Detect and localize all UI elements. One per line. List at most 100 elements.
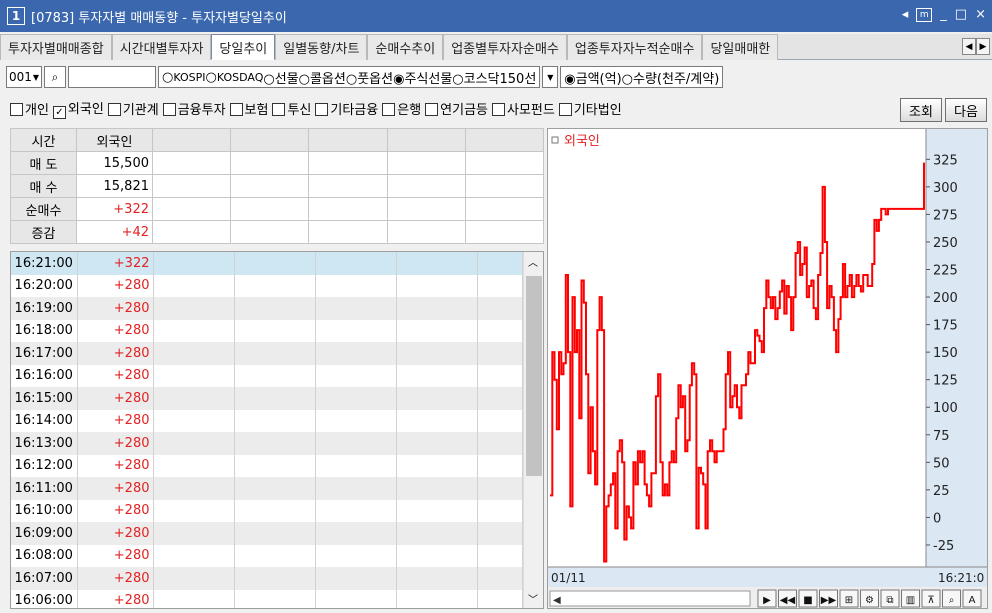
checkbox-foreigner[interactable]: ✓ 외국인 xyxy=(49,98,104,119)
tab-right-icon[interactable]: ▶ xyxy=(976,38,990,55)
search-button[interactable]: ⌕ xyxy=(44,66,66,88)
table-row[interactable]: 16:13:00 +280 xyxy=(11,432,523,455)
list-scrollbar[interactable]: ︿ ﹀ xyxy=(523,252,543,608)
value-cell: +280 xyxy=(77,454,154,477)
summary-table: 시간 외국인 매 도 15,500 매 수 15,821 순매수 +322 증감… xyxy=(10,128,545,244)
y-tick-label: 75 xyxy=(933,429,950,444)
query-button[interactable]: 조회 xyxy=(900,98,942,122)
time-cell: 16:12:00 xyxy=(11,454,78,477)
table-row[interactable]: 16:06:00 +280 xyxy=(11,589,523,608)
table-row[interactable]: 16:16:00 +280 xyxy=(11,364,523,387)
tab-today-trend[interactable]: 당일추이 xyxy=(211,34,276,60)
checkbox-financial-investment[interactable]: 금융투자 xyxy=(159,99,226,118)
maximize-icon[interactable]: □ xyxy=(955,7,967,23)
table-row[interactable]: 16:12:00 +280 xyxy=(11,454,523,477)
minimize-icon[interactable]: _ xyxy=(940,7,947,23)
table-row[interactable]: 16:17:00 +280 xyxy=(11,342,523,365)
pin-icon[interactable]: m xyxy=(916,8,933,22)
checkbox-box xyxy=(315,102,329,116)
radio-quantity[interactable]: ○수량(천주/계약) xyxy=(622,68,720,87)
radio-kosdaq[interactable]: ○KOSDAQ xyxy=(205,70,263,85)
radio-futures[interactable]: ○선물 xyxy=(263,68,298,87)
summary-row: 매 도 15,500 xyxy=(10,151,545,175)
time-list[interactable]: 16:21:00 +322 16:20:00 +280 16:19:00 +280 16:1… xyxy=(10,251,544,609)
radio-amount[interactable]: ◉금액(억) xyxy=(564,68,621,87)
title-bar: 1 [0783] 투자자별 매매동향 - 투자자별당일추이 ◂ m _ □ × xyxy=(0,0,992,32)
trend-chart[interactable]: 325 300 275 250 225 200 175 150 125 100 75 50 25 0 -25… xyxy=(547,128,988,609)
checkbox-box xyxy=(558,102,572,116)
table-row[interactable]: 16:20:00 +280 xyxy=(11,274,523,297)
table-row[interactable]: 16:18:00 +280 xyxy=(11,319,523,342)
scroll-up-icon[interactable]: ︿ xyxy=(528,254,538,269)
window-controls: ◂ m _ □ × xyxy=(902,7,986,23)
tab-daily-chart[interactable]: 일별동향/차트 xyxy=(275,34,368,60)
table-row[interactable]: 16:15:00 +280 xyxy=(11,387,523,410)
time-cell: 16:21:00 xyxy=(11,252,78,275)
x-start-label: 01/11 xyxy=(551,571,586,585)
scroll-thumb[interactable] xyxy=(526,276,542,476)
summary-row: 매 수 15,821 xyxy=(10,174,545,198)
checkbox-insurance[interactable]: 보험 xyxy=(226,99,268,118)
checkbox-box xyxy=(229,102,243,116)
table-row[interactable]: 16:21:00 +322 xyxy=(11,252,523,275)
y-tick-label: 325 xyxy=(933,153,958,168)
tab-sector-net-buy[interactable]: 업종별투자자순매수 xyxy=(443,34,567,60)
value-cell: +280 xyxy=(77,544,154,567)
tab-sector-cumulative[interactable]: 업종투자자누적순매수 xyxy=(566,34,703,60)
scroll-down-icon[interactable]: ﹀ xyxy=(528,591,538,606)
tab-investor-summary[interactable]: 투자자별매매종합 xyxy=(0,34,112,60)
value-cell: +280 xyxy=(77,274,154,297)
close-icon[interactable]: × xyxy=(975,7,986,23)
scroll-left-icon[interactable]: ◀ xyxy=(553,595,561,606)
checkbox-other-corp[interactable]: 기타법인 xyxy=(555,99,622,118)
y-tick-label: 100 xyxy=(933,401,958,416)
y-axis-panel xyxy=(926,129,987,608)
radio-kosdaq150-futures[interactable]: ○코스닥150선 xyxy=(452,68,536,87)
table-row[interactable]: 16:08:00 +280 xyxy=(11,544,523,567)
checkbox-box xyxy=(272,102,286,116)
time-cell: 16:17:00 xyxy=(11,342,78,365)
table-row[interactable]: 16:10:00 +280 xyxy=(11,499,523,522)
rewind-icon: ◀◀ xyxy=(780,595,796,606)
time-cell: 16:08:00 xyxy=(11,544,78,567)
y-tick-label: 125 xyxy=(933,374,958,389)
search-icon: ⌕ xyxy=(51,69,59,84)
tab-time-investor[interactable]: 시간대별투자자 xyxy=(111,34,212,60)
checkbox-institution[interactable]: 기관계 xyxy=(104,99,159,118)
y-tick-label: 225 xyxy=(933,264,958,279)
checkbox-bank[interactable]: 은행 xyxy=(378,99,421,118)
code-input[interactable] xyxy=(68,66,156,88)
code-select[interactable]: 001 ▼ xyxy=(6,66,42,88)
dropdown-icon: ▼ xyxy=(547,72,554,82)
checkbox-box xyxy=(425,102,439,116)
y-tick-label: 25 xyxy=(933,484,950,499)
time-cell: 16:11:00 xyxy=(11,477,78,500)
summary-header-row: 시간 외국인 xyxy=(10,128,545,152)
chart-hscrollbar[interactable] xyxy=(549,590,751,607)
checkbox-box xyxy=(492,102,505,116)
checkbox-box xyxy=(107,102,121,116)
checkbox-pension[interactable]: 연기금등 xyxy=(421,99,488,118)
checkbox-private-fund[interactable]: 사모펀드 xyxy=(488,99,555,118)
radio-put-option[interactable]: ○풋옵션 xyxy=(346,68,393,87)
checkbox-other-finance[interactable]: 기타금융 xyxy=(311,99,378,118)
checkbox-individual[interactable]: 개인 xyxy=(6,99,49,118)
checkbox-trust[interactable]: 투신 xyxy=(268,99,311,118)
table-row[interactable]: 16:07:00 +280 xyxy=(11,567,523,590)
radio-kospi[interactable]: ○KOSPI xyxy=(162,70,205,85)
tab-net-buy-trend[interactable]: 순매수추이 xyxy=(367,34,444,60)
value-cell: +280 xyxy=(77,342,154,365)
prev-window-icon[interactable]: ◂ xyxy=(902,7,909,23)
radio-call-option[interactable]: ○콜옵션 xyxy=(299,68,346,87)
radio-stock-futures[interactable]: ◉주식선물 xyxy=(393,68,452,87)
value-cell: +280 xyxy=(77,589,154,608)
table-row[interactable]: 16:19:00 +280 xyxy=(11,297,523,320)
table-row[interactable]: 16:14:00 +280 xyxy=(11,409,523,432)
next-button[interactable]: 다음 xyxy=(945,98,987,122)
tab-today-trade[interactable]: 당일매매한 xyxy=(702,34,779,60)
tab-left-icon[interactable]: ◀ xyxy=(962,38,976,55)
y-tick-label: 250 xyxy=(933,236,958,251)
table-row[interactable]: 16:11:00 +280 xyxy=(11,477,523,500)
market-dropdown-button[interactable]: ▼ xyxy=(542,66,559,88)
table-row[interactable]: 16:09:00 +280 xyxy=(11,522,523,545)
